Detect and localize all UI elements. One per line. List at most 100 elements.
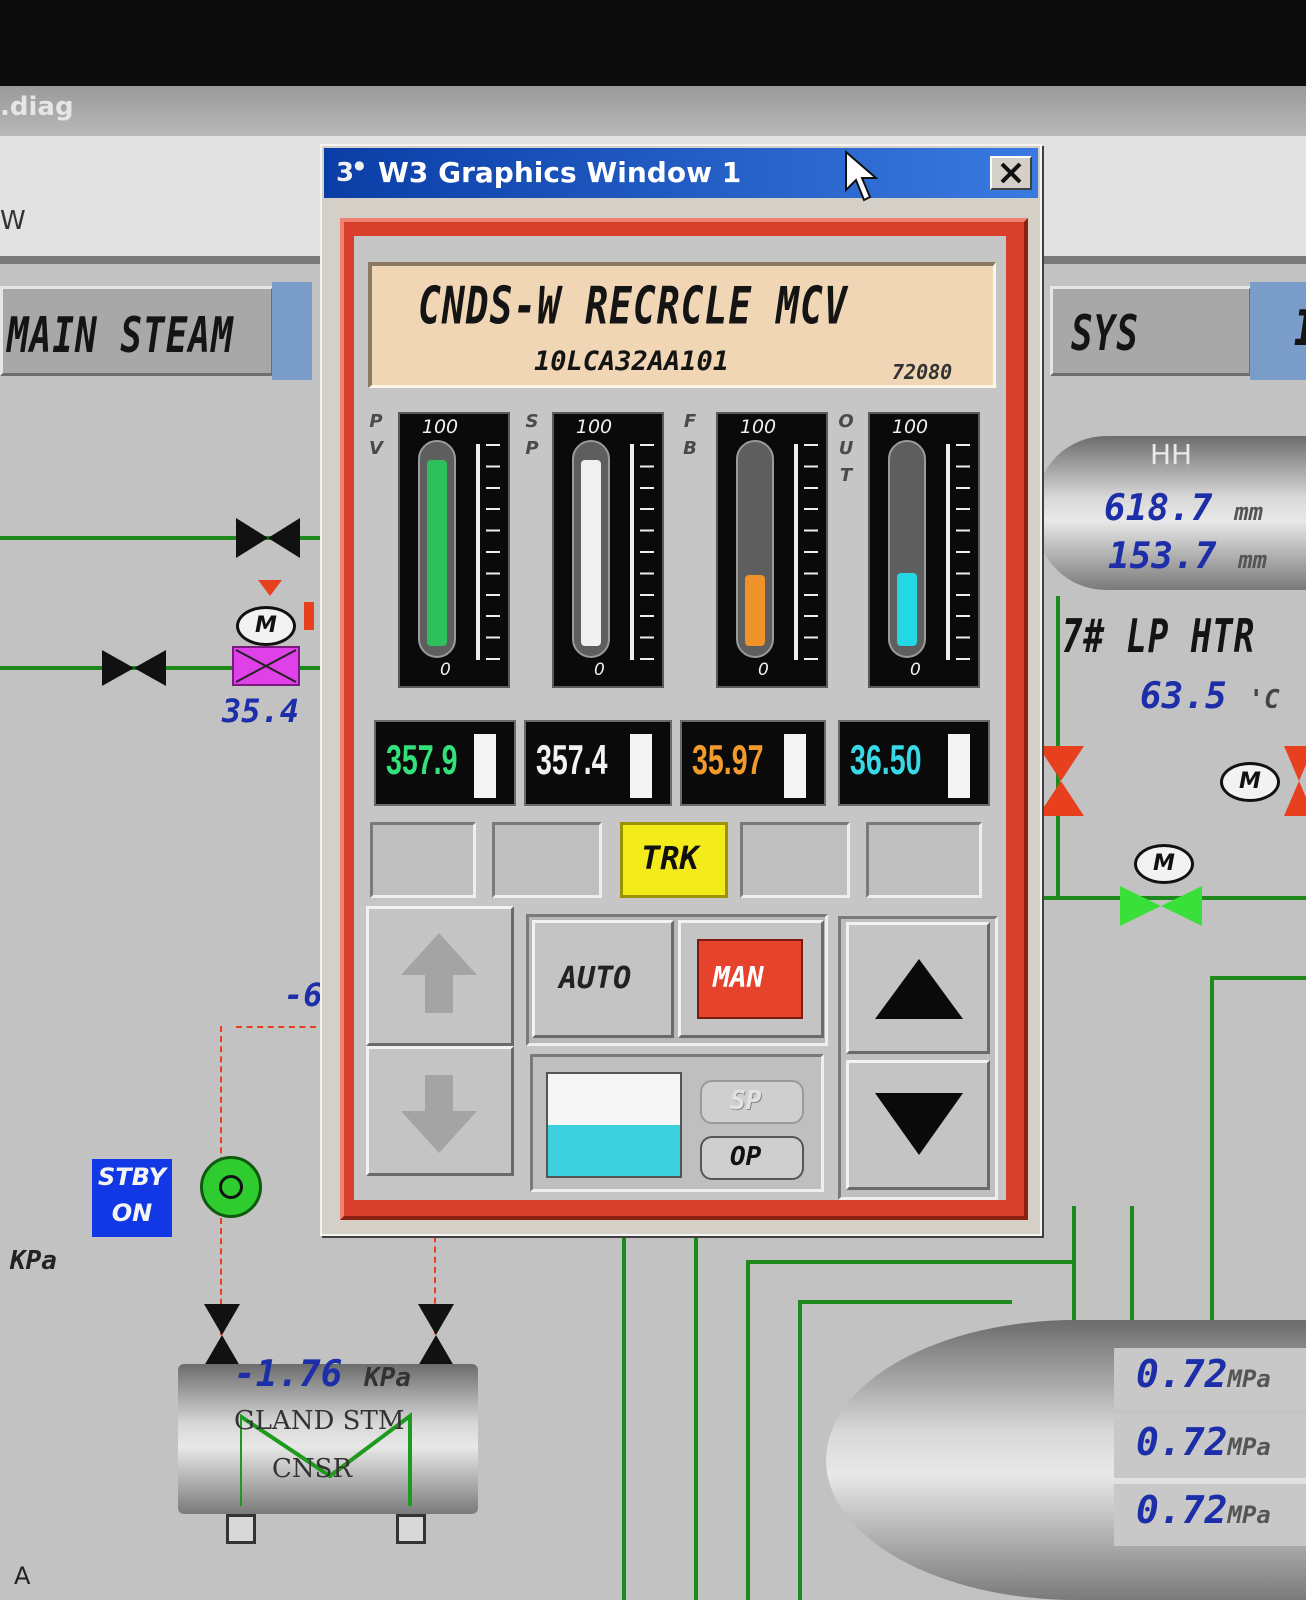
alarm-marker xyxy=(304,602,314,630)
mpa-1-value: 0.72 xyxy=(1136,1352,1228,1396)
loop-name: CNDS-W RECRCLE MCV xyxy=(418,276,848,336)
corner-letter: A xyxy=(14,1562,31,1590)
mpa-3-unit: MPa xyxy=(1227,1501,1271,1529)
tab-sys-edge: I xyxy=(1250,282,1306,380)
mini-bar-gauge xyxy=(546,1072,682,1178)
gauge-bottom-scale: 0 xyxy=(758,660,769,680)
stby-line-2: ON xyxy=(111,1199,153,1227)
mpa-2-value: 0.72 xyxy=(1136,1420,1228,1464)
gauge-tube xyxy=(736,440,774,658)
bar-gauge-2: 100 0 xyxy=(716,412,828,688)
auto-button[interactable]: AUTO xyxy=(532,920,674,1038)
tab-blue-edge xyxy=(272,282,312,380)
popup-title: W3 Graphics Window 1 xyxy=(378,156,742,189)
gauge-tube xyxy=(418,440,456,658)
heater-temp-value: 63.5 xyxy=(1140,676,1227,717)
text-cursor xyxy=(630,734,652,798)
close-button[interactable] xyxy=(990,156,1032,190)
gauge-top-scale: 100 xyxy=(421,416,459,438)
motor-letter: M xyxy=(255,613,277,638)
raise-fast-button[interactable] xyxy=(366,906,514,1046)
gauge-fill xyxy=(745,575,765,646)
motor-valve-icon[interactable] xyxy=(232,646,300,686)
background-file-title: .diag xyxy=(0,92,74,122)
man-label: MAN xyxy=(713,961,764,994)
motor-icon: M xyxy=(236,606,296,646)
tab-main-steam[interactable]: MAIN STEAM xyxy=(0,286,274,376)
mpa-value-1: 0.72MPa xyxy=(1136,1352,1271,1396)
valve-icon[interactable] xyxy=(102,648,166,688)
popup-title-bar[interactable]: 3● W3 Graphics Window 1 xyxy=(324,148,1038,198)
triangle-down-icon xyxy=(875,1093,963,1155)
pipe-right-h2 xyxy=(1210,976,1306,980)
lower-button[interactable] xyxy=(846,1060,990,1190)
gauge-label-0: PV xyxy=(369,411,383,459)
tab-sys[interactable]: SYS xyxy=(1050,286,1252,376)
status-slot-4 xyxy=(740,822,850,898)
stby-badge: STBY ON xyxy=(92,1159,172,1237)
gauge-ticks xyxy=(476,444,508,660)
pipe-lower-v2 xyxy=(694,1206,698,1600)
auto-label: AUTO xyxy=(559,961,632,996)
arrow-down-icon xyxy=(401,1075,477,1153)
mpa-3-value: 0.72 xyxy=(1136,1488,1228,1532)
sp-label: SP xyxy=(730,1086,762,1116)
green-valve-icon[interactable] xyxy=(1120,884,1202,928)
valve-icon[interactable] xyxy=(236,516,300,560)
man-button-frame: MAN xyxy=(678,920,824,1038)
sp-button[interactable]: SP xyxy=(700,1080,804,1124)
loop-number: 72080 xyxy=(892,360,953,384)
app-icon-text: 3 xyxy=(336,158,355,188)
gauge-ticks xyxy=(794,444,826,660)
heater-temp: 63.5 'C xyxy=(1140,676,1280,717)
setpoint-marker-icon xyxy=(258,580,282,596)
gauge-tube xyxy=(572,440,610,658)
value-display-1: 357.4 xyxy=(524,720,672,806)
gauge-ticks xyxy=(630,444,662,660)
valve-icon[interactable] xyxy=(416,1304,456,1366)
mpa-1-unit: MPa xyxy=(1227,1365,1271,1393)
heater-label: 7# LP HTR xyxy=(1062,610,1256,664)
hh-label: HH xyxy=(1150,438,1193,471)
mini-bar-fill xyxy=(548,1125,680,1176)
gland-label-1: GLAND STM xyxy=(234,1406,405,1436)
raise-button[interactable] xyxy=(846,922,990,1054)
gauge-top-scale: 100 xyxy=(739,416,777,438)
drain-nozzle xyxy=(226,1514,256,1544)
value-text: 357.4 xyxy=(536,736,608,783)
mpa-value-3: 0.72MPa xyxy=(1136,1488,1271,1532)
trk-label: TRK xyxy=(641,839,699,877)
red-valve-icon[interactable] xyxy=(1284,746,1306,816)
faceplate-header: CNDS-W RECRCLE MCV 10LCA32AA101 72080 xyxy=(368,262,996,388)
tab-edge-label: I xyxy=(1294,302,1306,357)
level-2-unit: mm xyxy=(1238,546,1267,574)
bar-gauge-1: 100 0 xyxy=(552,412,664,688)
stby-line-1: STBY xyxy=(97,1163,166,1191)
red-valve-icon[interactable] xyxy=(1036,746,1086,816)
motor-icon: M xyxy=(1220,762,1280,802)
dashed-line xyxy=(236,1026,316,1028)
text-cursor xyxy=(474,734,496,798)
value-display-2: 35.97 xyxy=(680,720,826,806)
tab-sys-label: SYS xyxy=(1071,307,1140,363)
gauge-label-1: SP xyxy=(525,411,539,459)
gauge-fill xyxy=(897,573,917,646)
gauge-ticks xyxy=(946,444,978,660)
mpa-2-unit: MPa xyxy=(1227,1433,1271,1461)
bar-gauge-3: 100 0 xyxy=(868,412,980,688)
status-slot-1 xyxy=(370,822,476,898)
pipe-lower-v3 xyxy=(746,1260,750,1600)
man-button[interactable]: MAN xyxy=(697,939,803,1019)
gauge-fill xyxy=(581,460,601,646)
pipe-lower-v1 xyxy=(622,1206,626,1600)
pipe-lower-v4 xyxy=(798,1300,802,1600)
op-button[interactable]: OP xyxy=(700,1136,804,1180)
gauge-top-scale: 100 xyxy=(891,416,929,438)
gland-pressure-unit: KPa xyxy=(364,1363,412,1393)
gauge-bottom-scale: 0 xyxy=(910,660,921,680)
lower-fast-button[interactable] xyxy=(366,1046,514,1176)
pump-icon[interactable] xyxy=(200,1156,262,1218)
pipe-lower-h4 xyxy=(798,1300,1012,1304)
close-icon xyxy=(1000,162,1022,184)
value-display-0: 357.9 xyxy=(374,720,516,806)
